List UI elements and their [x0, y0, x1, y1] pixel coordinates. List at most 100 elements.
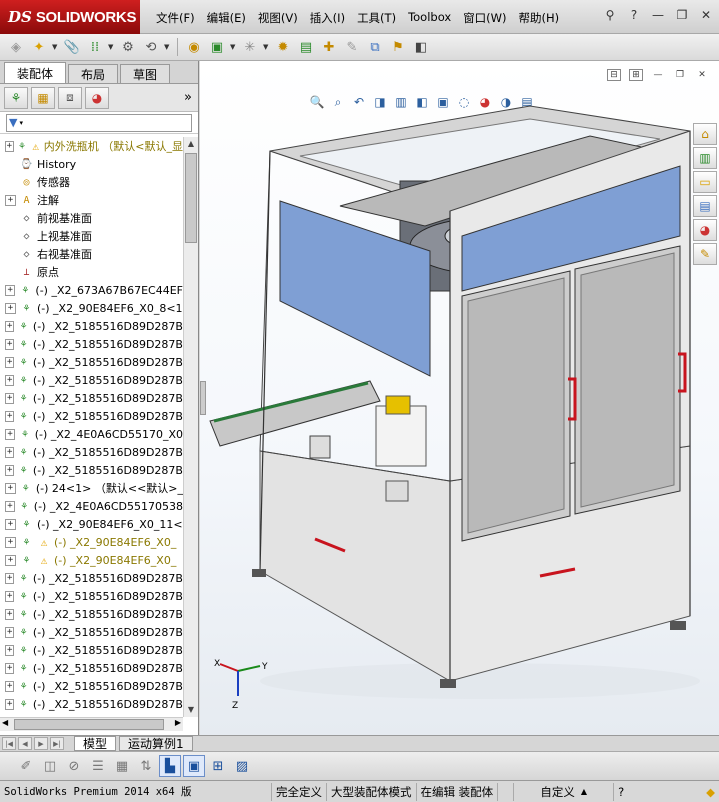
first-tab-icon[interactable]: |◀ — [2, 737, 16, 750]
tree-item[interactable]: + ⚘ (-) _X2_5185516D89D287B — [0, 677, 183, 695]
interference-detection-icon[interactable]: ⧉ — [365, 37, 385, 57]
next-tab-icon[interactable]: ▶ — [34, 737, 48, 750]
linear-pattern-icon[interactable]: ⁞⁞ — [85, 37, 105, 57]
menu-insert[interactable]: 插入(I) — [304, 9, 351, 27]
filter-input[interactable]: ▼ ▾ — [6, 113, 192, 132]
tab-sketch[interactable]: 草图 — [120, 64, 171, 83]
menu-edit[interactable]: 编辑(E) — [201, 9, 252, 27]
machine-model[interactable] — [200, 61, 719, 735]
expand-icon[interactable]: + — [5, 644, 15, 656]
tree-item[interactable]: + ⚘ (-) _X2_90E84EF6_X0_11< — [0, 515, 183, 533]
smart-fastener-icon[interactable]: ⚙ — [118, 37, 138, 57]
custom-properties-icon[interactable]: ✎ — [693, 243, 717, 265]
expand-icon[interactable]: + — [5, 554, 16, 566]
tree-item[interactable]: ◇ 上视基准面 — [0, 227, 183, 245]
expand-icon[interactable]: + — [5, 320, 15, 332]
close-button[interactable]: ✕ — [697, 7, 715, 23]
save-view-icon[interactable]: ▨ — [232, 756, 252, 776]
pin-icon[interactable]: ⚲ — [601, 7, 619, 23]
tree-item[interactable]: + ⚘ ⚠ (-) _X2_90E84EF6_X0_ — [0, 533, 183, 551]
chevron-down-icon[interactable]: ▼ — [263, 43, 270, 51]
show-hidden-icon[interactable]: ◉ — [184, 37, 204, 57]
menu-help[interactable]: 帮助(H) — [513, 9, 566, 27]
scroll-right-icon[interactable]: ▶ — [175, 718, 181, 727]
tree-item[interactable]: ◎ 传感器 — [0, 173, 183, 191]
explode-line-sketch-icon[interactable]: ✎ — [342, 37, 362, 57]
chevron-down-icon[interactable]: ▼ — [52, 43, 59, 51]
design-library-icon[interactable]: ▥ — [693, 147, 717, 169]
expand-icon[interactable]: + — [5, 626, 15, 638]
expand-icon[interactable]: + — [5, 194, 16, 206]
tree-item[interactable]: ◇ 前视基准面 — [0, 209, 183, 227]
reference-geometry-icon[interactable]: ✳ — [240, 37, 260, 57]
expand-icon[interactable]: + — [5, 518, 16, 530]
expand-panel-icon[interactable]: » — [184, 90, 192, 105]
tree-item[interactable]: + ⚘ ⚠ 内外洗瓶机 （默认<默认_显 — [0, 137, 183, 155]
edit-component-icon[interactable]: ◈ — [6, 37, 26, 57]
expand-icon[interactable]: + — [5, 536, 16, 548]
tree-horizontal-scrollbar[interactable]: ◀ ▶ — [0, 717, 183, 731]
expand-icon[interactable]: + — [5, 446, 15, 458]
expand-icon[interactable]: + — [5, 356, 15, 368]
restore-button[interactable]: ❐ — [673, 7, 691, 23]
tree-item[interactable]: + ⚘ ⚠ (-) _X2_90E84EF6_X0_ — [0, 551, 183, 569]
tree-item[interactable]: ⌚ History — [0, 155, 183, 173]
smart-dimension-icon[interactable]: ◫ — [40, 756, 60, 776]
tree-item[interactable]: + ⚘ (-) _X2_4E0A6CD55170538 — [0, 497, 183, 515]
tree-item[interactable]: + ⚘ (-) _X2_4E0A6CD55170_X0 — [0, 425, 183, 443]
relations-icon[interactable]: ⊘ — [64, 756, 84, 776]
tree-item[interactable]: + ⚘ (-) _X2_5185516D89D287B — [0, 335, 183, 353]
tree-item[interactable]: + ⚘ (-) _X2_5185516D89D287B — [0, 443, 183, 461]
menu-file[interactable]: 文件(F) — [150, 9, 201, 27]
last-tab-icon[interactable]: ▶| — [50, 737, 64, 750]
view-palette-icon[interactable]: ▤ — [693, 195, 717, 217]
tree-item[interactable]: + ⚘ (-) _X2_5185516D89D287B — [0, 587, 183, 605]
menu-view[interactable]: 视图(V) — [252, 9, 304, 27]
expand-icon[interactable]: + — [5, 698, 15, 710]
scroll-left-icon[interactable]: ◀ — [2, 718, 8, 727]
tree-item[interactable]: + ⚘ (-) _X2_5185516D89D287B — [0, 317, 183, 335]
tree-item[interactable]: + ⚘ (-) _X2_5185516D89D287B — [0, 389, 183, 407]
tree-item[interactable]: ⊥ 原点 — [0, 263, 183, 281]
expand-icon[interactable]: + — [5, 662, 15, 674]
tree-item[interactable]: + ⚘ (-) _X2_5185516D89D287B — [0, 461, 183, 479]
minimize-button[interactable]: — — [649, 7, 667, 23]
tree-item[interactable]: + ⚘ (-) _X2_5185516D89D287B — [0, 407, 183, 425]
tree-item[interactable]: + ⚘ (-) _X2_673A67B67EC44EF — [0, 281, 183, 299]
solidworks-resources-icon[interactable]: ⌂ — [693, 123, 717, 145]
tab-motion-study[interactable]: 运动算例1 — [119, 736, 193, 751]
graphics-area[interactable]: ⊟ ⊞ — ❐ ✕ 🔍 ⌕ ↶ ◨ ▥ ◧ ▣ ◌ ◕ ◑ ▤ X Y Z ⌂ … — [200, 61, 719, 735]
list-icon[interactable]: ☰ — [88, 756, 108, 776]
expand-icon[interactable]: + — [5, 284, 16, 296]
tab-assembly[interactable]: 装配体 — [4, 62, 67, 83]
instant3d-icon[interactable]: ◧ — [411, 37, 431, 57]
expand-icon[interactable]: + — [5, 392, 15, 404]
move-component-icon[interactable]: ⟲ — [141, 37, 161, 57]
chart-view-icon[interactable]: ▙ — [159, 755, 181, 777]
tree-item[interactable]: + ⚘ (-) _X2_90E84EF6_X0_8<1 — [0, 299, 183, 317]
file-explorer-icon[interactable]: ▭ — [693, 171, 717, 193]
property-manager-icon[interactable]: ▦ — [31, 86, 55, 109]
insert-component-icon[interactable]: ✦ — [29, 37, 49, 57]
expand-icon[interactable]: + — [5, 140, 14, 152]
exploded-view-icon[interactable]: ✚ — [319, 37, 339, 57]
sketch-icon[interactable]: ✐ — [16, 756, 36, 776]
prev-tab-icon[interactable]: ◀ — [18, 737, 32, 750]
expand-icon[interactable]: + — [5, 590, 15, 602]
scrollbar-thumb[interactable] — [14, 719, 164, 730]
tree-item[interactable]: + ⚘ (-) _X2_5185516D89D287B — [0, 569, 183, 587]
new-motion-study-icon[interactable]: ✹ — [273, 37, 293, 57]
expand-icon[interactable]: + — [5, 500, 15, 512]
tile-view-icon[interactable]: ⊞ — [208, 756, 228, 776]
status-help-icon[interactable]: ? — [614, 783, 628, 801]
expand-icon[interactable]: + — [5, 680, 15, 692]
assembly-features-icon[interactable]: ▣ — [207, 37, 227, 57]
bill-of-materials-icon[interactable]: ▤ — [296, 37, 316, 57]
tree-item[interactable]: + A 注解 — [0, 191, 183, 209]
status-rebuild-icon[interactable]: ◆ — [702, 783, 719, 801]
expand-icon[interactable]: + — [5, 338, 15, 350]
menu-tools[interactable]: 工具(T) — [351, 9, 402, 27]
tree-item[interactable]: + ⚘ (-) _X2_5185516D89D287B — [0, 641, 183, 659]
expand-icon[interactable]: + — [5, 608, 15, 620]
expand-icon[interactable]: + — [5, 374, 15, 386]
